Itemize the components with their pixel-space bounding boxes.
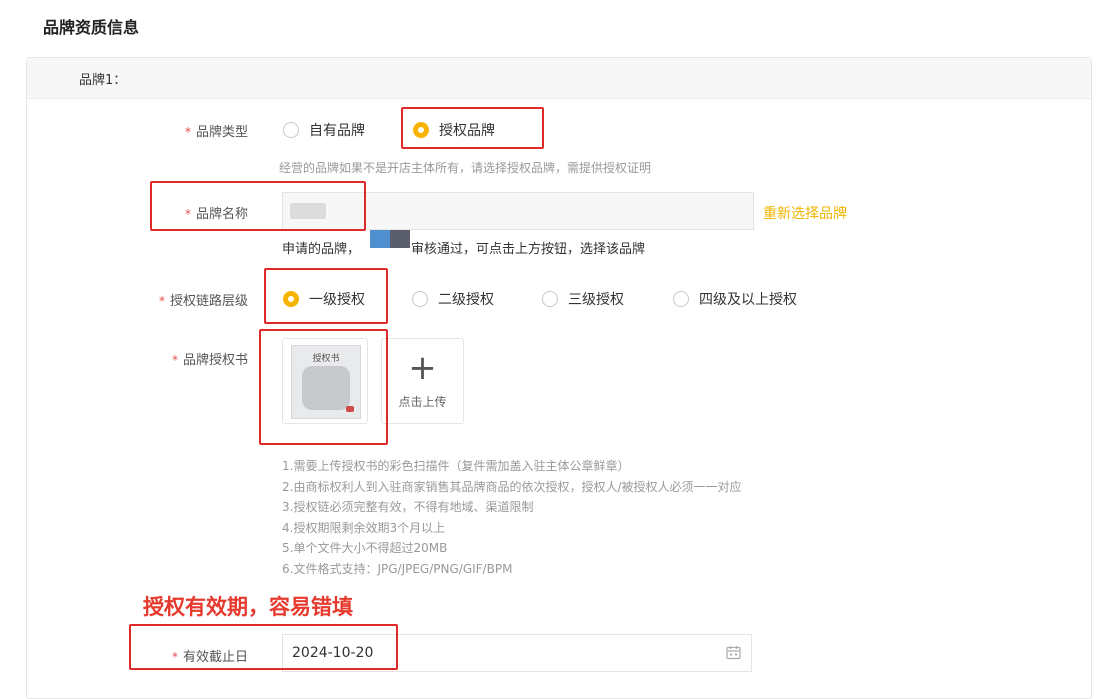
auth-letter-notes: 1.需要上传授权书的彩色扫描件（复件需加盖入驻主体公章鲜章） 2.由商标权利人到…	[282, 456, 758, 580]
radio-unchecked-icon	[412, 291, 428, 307]
radio-unchecked-icon	[283, 122, 299, 138]
brand-card-title: 品牌1：	[79, 73, 127, 88]
note-line: 2.由商标权利人到入驻商家销售其品牌商品的依次授权，授权人/被授权人必须一一对应	[282, 479, 742, 494]
radio-level-2[interactable]: 二级授权	[412, 289, 494, 309]
plus-icon: +	[408, 348, 437, 388]
highlight-box-level-1	[264, 268, 388, 324]
section-title: 品牌资质信息	[43, 18, 140, 37]
redaction-block-gray	[390, 230, 410, 248]
calendar-icon[interactable]	[726, 645, 741, 664]
note-line: 1.需要上传授权书的彩色扫描件（复件需加盖入驻主体公章鲜章）	[282, 459, 630, 473]
brand-type-label: * 品牌类型	[184, 125, 248, 140]
highlight-box-auth-letter	[259, 329, 388, 445]
note-line: 5.单个文件大小不得超过20MB	[282, 541, 448, 556]
highlight-box-authorized-brand	[401, 107, 544, 149]
radio-own-brand[interactable]: 自有品牌	[283, 120, 365, 140]
radio-level-3[interactable]: 三级授权	[542, 289, 624, 309]
highlight-box-expiry	[129, 624, 398, 670]
reselect-brand-link[interactable]: 重新选择品牌	[763, 203, 847, 223]
brand-name-hint-start: 申请的品牌，	[282, 242, 361, 257]
redaction-block-blue	[370, 230, 390, 248]
annotation-text: 授权有效期，容易错填	[143, 595, 353, 619]
auth-chain-label: * 授权链路层级	[158, 294, 248, 309]
brand-name-hint-end: 审核通过，可点击上方按钮，选择该品牌	[411, 242, 646, 257]
radio-unchecked-icon	[542, 291, 558, 307]
upload-button[interactable]: + 点击上传	[381, 338, 464, 424]
brand-type-hint: 经营的品牌如果不是开店主体所有，请选择授权品牌，需提供授权证明	[279, 161, 652, 175]
note-line: 4.授权期限剩余效期3个月以上	[282, 520, 446, 535]
brand-card-header: 品牌1：	[27, 58, 1091, 99]
auth-letter-label: * 品牌授权书	[171, 353, 248, 368]
note-line: 3.授权链必须完整有效，不得有地域、渠道限制	[282, 500, 534, 515]
note-line: 6.文件格式支持：JPG/JPEG/PNG/GIF/BPM	[282, 561, 513, 576]
radio-unchecked-icon	[673, 291, 689, 307]
radio-level-4-plus[interactable]: 四级及以上授权	[673, 289, 797, 309]
highlight-box-brand-name	[150, 181, 366, 231]
